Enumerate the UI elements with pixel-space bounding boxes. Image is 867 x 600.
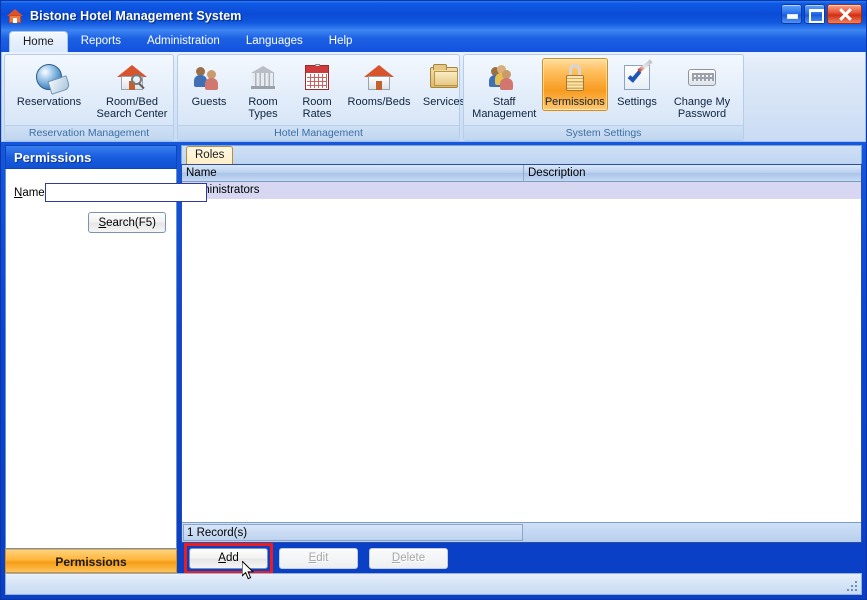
ribbon-group-reservation-management: Reservations Room/Bed Search Center Rese… <box>4 54 174 141</box>
sidebar-footer-permissions[interactable]: Permissions <box>5 549 177 573</box>
ribbon-toolbar: Reservations Room/Bed Search Center Rese… <box>1 52 866 142</box>
ribbon-group-label-system-settings: System Settings <box>464 125 743 140</box>
title-bar: Bistone Hotel Management System <box>1 1 866 30</box>
maximize-button[interactable] <box>804 4 825 24</box>
table-row[interactable]: Administrators <box>182 182 861 199</box>
grid-rows: Administrators <box>182 182 861 522</box>
ribbon-group-label-reservation-management: Reservation Management <box>5 125 173 140</box>
tab-administration[interactable]: Administration <box>134 31 233 52</box>
bank-building-icon <box>246 62 280 94</box>
ribbon-button-change-my-password[interactable]: Change My Password <box>666 58 738 123</box>
mouse-cursor <box>242 561 256 581</box>
house-icon <box>362 62 396 94</box>
roles-grid: Name Description Administrators 1 Record… <box>181 164 862 543</box>
app-house-icon <box>6 7 24 25</box>
padlock-icon <box>558 62 592 94</box>
folder-icon <box>427 62 461 94</box>
delete-button-rest: elete <box>400 552 425 564</box>
two-people-icon <box>192 62 226 94</box>
application-window: Bistone Hotel Management System Home Rep… <box>0 0 867 600</box>
resize-grip[interactable] <box>847 581 859 593</box>
grid-header-row: Name Description <box>182 165 861 182</box>
sidebar-header: Permissions <box>5 145 177 169</box>
add-button-wrapper: Add <box>189 548 268 569</box>
grid-status-filler <box>523 523 861 542</box>
grid-status-bar: 1 Record(s) <box>182 522 861 542</box>
window-title: Bistone Hotel Management System <box>30 9 241 23</box>
close-button[interactable] <box>827 4 862 24</box>
record-count-label: 1 Record(s) <box>183 524 523 541</box>
search-name-row: Name <box>14 183 168 202</box>
menu-tab-bar: Home Reports Administration Languages He… <box>1 30 866 52</box>
tab-help[interactable]: Help <box>316 31 366 52</box>
ribbon-button-staff-management[interactable]: Staff Management <box>469 58 540 123</box>
calendar-icon <box>300 62 334 94</box>
add-button[interactable]: Add <box>189 548 268 569</box>
column-header-description[interactable]: Description <box>524 165 861 181</box>
minimize-button[interactable] <box>781 4 802 24</box>
group-people-icon <box>487 62 521 94</box>
ribbon-group-hotel-management: Guests Room Types Room Rates <box>177 54 460 141</box>
add-button-rest: dd <box>226 552 239 564</box>
content-tab-strip: Roles <box>181 145 862 164</box>
search-button-row: Search(F5) <box>6 212 166 233</box>
ribbon-group-label-hotel-management: Hotel Management <box>178 125 459 140</box>
sidebar-search-panel: Name Search(F5) <box>5 169 177 549</box>
edit-button[interactable]: Edit <box>279 548 358 569</box>
tab-reports[interactable]: Reports <box>68 31 134 52</box>
ribbon-button-rooms-beds[interactable]: Rooms/Beds <box>345 58 413 111</box>
sidebar: Permissions Name Search(F5) Permissions <box>5 145 177 573</box>
delete-button-accel: D <box>392 552 400 564</box>
ribbon-button-permissions[interactable]: Permissions <box>542 58 608 111</box>
ribbon-button-room-bed-search-center[interactable]: Room/Bed Search Center <box>90 58 174 123</box>
cell-name: Administrators <box>182 182 524 199</box>
edit-button-rest: dit <box>316 552 328 564</box>
window-controls <box>781 4 862 24</box>
search-button-rest: earch(F5) <box>106 217 156 229</box>
add-button-accel: A <box>218 552 226 564</box>
name-label: Name <box>14 187 45 199</box>
search-name-input[interactable] <box>45 183 207 202</box>
name-label-rest: ame <box>22 187 44 199</box>
tab-roles[interactable]: Roles <box>186 146 233 164</box>
cell-description <box>524 182 861 199</box>
ribbon-button-settings[interactable]: Settings <box>610 58 664 111</box>
main-body: Permissions Name Search(F5) Permissions … <box>1 142 866 573</box>
house-magnifier-icon <box>115 62 149 94</box>
column-header-name[interactable]: Name <box>182 165 524 181</box>
tab-home[interactable]: Home <box>9 31 68 52</box>
ribbon-button-room-types[interactable]: Room Types <box>237 58 289 123</box>
ribbon-button-room-rates[interactable]: Room Rates <box>291 58 343 123</box>
search-button[interactable]: Search(F5) <box>88 212 166 233</box>
content-area: Roles Name Description Administrators 1 … <box>181 145 862 573</box>
globe-magnifier-icon <box>32 62 66 94</box>
keyboard-icon <box>685 62 719 94</box>
ribbon-button-reservations[interactable]: Reservations <box>10 58 88 111</box>
delete-button[interactable]: Delete <box>369 548 448 569</box>
ribbon-group-system-settings: Staff Management Permissions Settings <box>463 54 744 141</box>
window-status-bar <box>5 573 862 595</box>
ribbon-button-guests[interactable]: Guests <box>183 58 235 111</box>
checkbox-pencil-icon <box>620 62 654 94</box>
action-button-bar: Add Edit Delete <box>181 543 862 573</box>
search-button-accel: S <box>98 217 106 229</box>
tab-languages[interactable]: Languages <box>233 31 316 52</box>
